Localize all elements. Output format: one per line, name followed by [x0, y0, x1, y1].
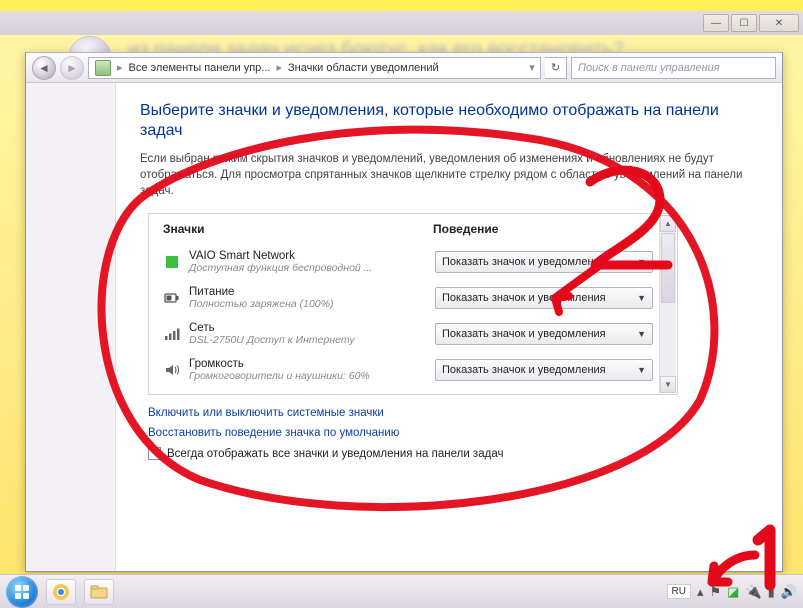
row-subtitle: Громкоговорители и наушники: 60% — [189, 370, 427, 382]
table-row: Громкость Громкоговорители и наушники: 6… — [149, 352, 677, 388]
behavior-dropdown[interactable]: Показать значок и уведомления▼ — [435, 323, 653, 345]
start-button[interactable] — [6, 576, 38, 608]
content-area: Выберите значки и уведомления, которые н… — [116, 83, 782, 571]
nav-forward-button[interactable]: ► — [60, 56, 84, 80]
row-subtitle: Полностью заряжена (100%) — [189, 298, 427, 310]
table-row: Сеть DSL-2750U Доступ к Интернету Показа… — [149, 316, 677, 352]
breadcrumb-dropdown-icon[interactable]: ▾ — [524, 61, 540, 74]
always-show-checkbox[interactable] — [148, 447, 161, 460]
scroll-up-button[interactable]: ▲ — [660, 215, 676, 232]
system-tray: RU ▴ ⚑ ◪ 🔌 ▮ 🔊 — [667, 584, 797, 600]
link-restore-defaults[interactable]: Восстановить поведение значка по умолчан… — [148, 427, 758, 439]
refresh-button[interactable]: ↻ — [545, 57, 567, 79]
nav-bar: ◄ ► ▸ Все элементы панели упр... ▸ Значк… — [26, 53, 782, 83]
browser-maximize-button[interactable]: ☐ — [731, 14, 757, 32]
network-icon — [163, 325, 181, 343]
column-header-behavior: Поведение — [433, 222, 498, 236]
vaio-icon — [163, 253, 181, 271]
control-panel-window: ◄ ► ▸ Все элементы панели упр... ▸ Значк… — [25, 52, 783, 572]
link-system-icons[interactable]: Включить или выключить системные значки — [148, 407, 758, 419]
chevron-down-icon: ▼ — [637, 329, 646, 339]
chevron-down-icon: ▼ — [637, 293, 646, 303]
table-scrollbar[interactable]: ▲ ▼ — [659, 215, 676, 393]
tray-network-icon[interactable]: ▮ — [768, 584, 775, 600]
tray-chevron-icon[interactable]: ▴ — [697, 584, 704, 600]
tray-volume-icon[interactable]: 🔊 — [781, 584, 797, 600]
table-row: Питание Полностью заряжена (100%) Показа… — [149, 280, 677, 316]
tray-vaio-icon[interactable]: ◪ — [727, 584, 739, 600]
search-input[interactable]: Поиск в панели управления — [571, 57, 776, 79]
page-description: Если выбран режим скрытия значков и увед… — [140, 151, 758, 199]
scroll-thumb[interactable] — [661, 233, 675, 303]
browser-top-strip — [0, 0, 803, 11]
nav-back-button[interactable]: ◄ — [32, 56, 56, 80]
language-indicator[interactable]: RU — [667, 584, 691, 599]
taskbar-app-chrome[interactable] — [46, 579, 76, 605]
tray-flag-icon[interactable]: ⚑ — [710, 584, 722, 600]
row-subtitle: Доступная функция беспроводной ... — [189, 262, 427, 274]
tray-power-icon[interactable]: 🔌 — [745, 584, 761, 600]
row-title: VAIO Smart Network — [189, 250, 427, 262]
chevron-down-icon: ▼ — [637, 257, 646, 267]
behavior-dropdown[interactable]: Показать значок и уведомления▼ — [435, 251, 653, 273]
page-title: Выберите значки и уведомления, которые н… — [140, 101, 758, 141]
taskbar: RU ▴ ⚑ ◪ 🔌 ▮ 🔊 — [0, 574, 803, 608]
scroll-down-button[interactable]: ▼ — [660, 376, 676, 393]
row-subtitle: DSL-2750U Доступ к Интернету — [189, 334, 427, 346]
breadcrumb-separator: ▸ — [276, 61, 282, 74]
row-title: Питание — [189, 286, 427, 298]
breadcrumb[interactable]: ▸ Все элементы панели упр... ▸ Значки об… — [88, 57, 541, 79]
breadcrumb-current[interactable]: Значки области уведомлений — [288, 62, 439, 74]
always-show-label: Всегда отображать все значки и уведомлен… — [167, 448, 503, 460]
row-title: Сеть — [189, 322, 427, 334]
browser-close-button[interactable]: ✕ — [759, 14, 799, 32]
browser-minimize-button[interactable]: — — [703, 14, 729, 32]
behavior-dropdown[interactable]: Показать значок и уведомления▼ — [435, 359, 653, 381]
search-placeholder: Поиск в панели управления — [578, 62, 720, 74]
taskbar-app-explorer[interactable] — [84, 579, 114, 605]
breadcrumb-root[interactable]: Все элементы панели упр... — [129, 62, 271, 74]
sidebar — [26, 83, 116, 571]
row-title: Громкость — [189, 358, 427, 370]
icons-table: Значки Поведение VAIO Smart Network Дост… — [148, 213, 678, 395]
browser-window-controls: — ☐ ✕ — [0, 11, 803, 35]
breadcrumb-separator: ▸ — [117, 61, 123, 74]
chevron-down-icon: ▼ — [637, 365, 646, 375]
power-icon — [163, 289, 181, 307]
column-header-icons: Значки — [163, 222, 433, 236]
behavior-dropdown[interactable]: Показать значок и уведомления▼ — [435, 287, 653, 309]
volume-icon — [163, 361, 181, 379]
control-panel-icon — [95, 60, 111, 76]
table-row: VAIO Smart Network Доступная функция бес… — [149, 244, 677, 280]
